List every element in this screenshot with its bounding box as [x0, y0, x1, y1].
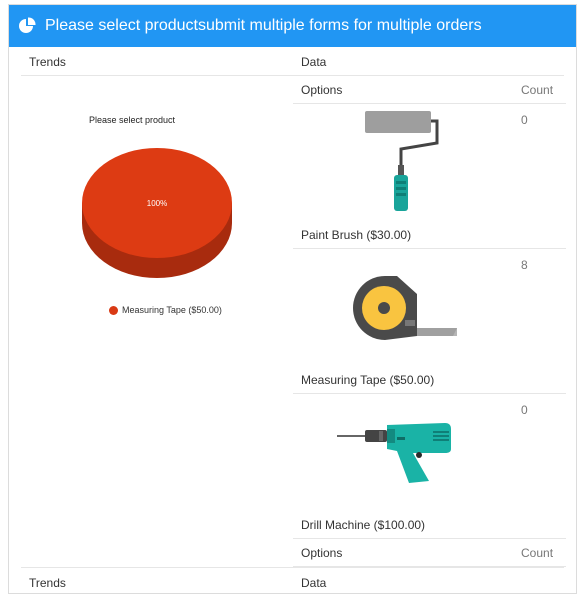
options-header-top: Options Count	[293, 75, 566, 104]
list-item[interactable]: 0 Drill Machine ($100.00)	[293, 393, 566, 539]
options-header-label: Options	[301, 83, 343, 97]
measuring-tape-icon	[349, 274, 459, 344]
pie-chart-icon	[18, 17, 36, 35]
panel-title: Please select productsubmit multiple for…	[45, 17, 482, 34]
legend-label: Measuring Tape ($50.00)	[122, 305, 222, 315]
trends-footer: Trends	[29, 576, 66, 590]
option-count: 0	[521, 113, 528, 127]
chart-title: Please select product	[89, 115, 176, 125]
orders-panel: Please select productsubmit multiple for…	[8, 4, 577, 594]
paint-roller-icon	[361, 109, 441, 213]
list-item[interactable]: 8 Measuring Tape ($50.00)	[293, 248, 566, 394]
table-header-bottom: Trends Data	[21, 567, 564, 596]
options-header-bottom: Options Count	[293, 538, 566, 567]
option-count: 8	[521, 258, 528, 272]
pie-chart: 100%	[79, 143, 235, 283]
legend-color-dot	[109, 305, 118, 315]
option-name: Measuring Tape ($50.00)	[301, 373, 435, 387]
data-header: Data	[301, 55, 327, 69]
pie-data-label: 100%	[147, 199, 167, 208]
panel-header: Please select productsubmit multiple for…	[9, 5, 576, 47]
table-header-top: Trends Data	[21, 47, 564, 76]
count-footer-label: Count	[521, 546, 554, 560]
option-name: Paint Brush ($30.00)	[301, 228, 412, 242]
trends-header: Trends	[29, 55, 66, 69]
option-count: 0	[521, 403, 528, 417]
chart-legend[interactable]: Measuring Tape ($50.00)	[109, 305, 222, 315]
option-name: Drill Machine ($100.00)	[301, 518, 426, 532]
options-footer-label: Options	[301, 546, 343, 560]
list-item[interactable]: 0 Paint Brush ($30.00)	[293, 103, 566, 249]
data-footer: Data	[301, 576, 327, 590]
drill-machine-icon	[337, 419, 467, 485]
count-header-label: Count	[521, 83, 554, 97]
